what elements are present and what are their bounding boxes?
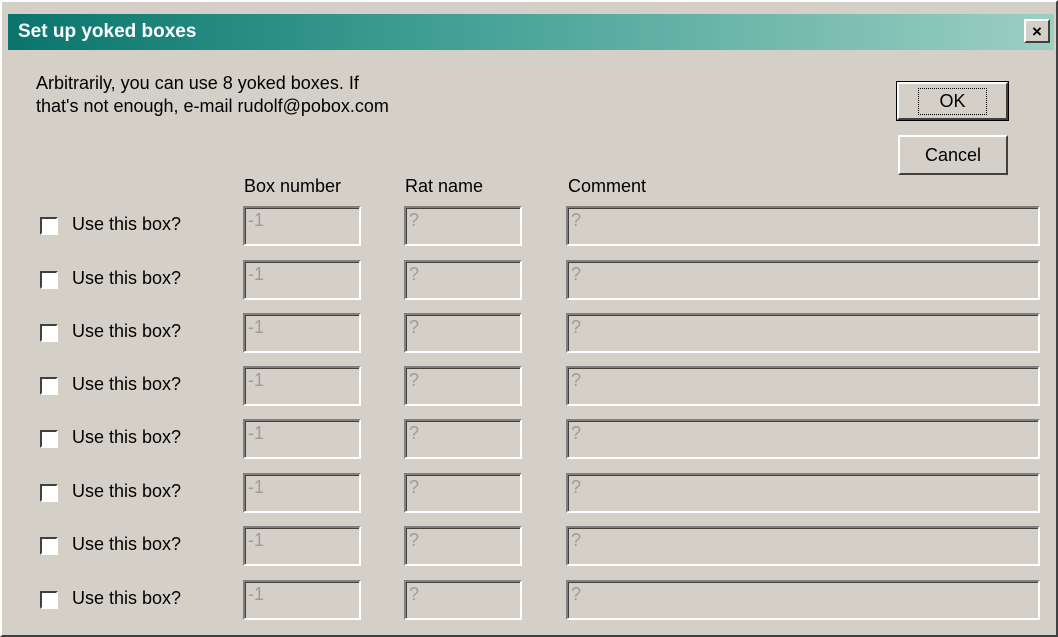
comment-field[interactable]: ? [566,260,1040,300]
use-box-label[interactable]: Use this box? [72,374,181,395]
window-title: Set up yoked boxes [18,21,197,42]
comment-field[interactable]: ? [566,366,1040,406]
box-row: Use this box? -1?? [40,366,1040,406]
comment-field[interactable]: ? [566,313,1040,353]
close-button[interactable]: × [1024,19,1050,43]
use-box-label[interactable]: Use this box? [72,534,181,555]
box-row: Use this box? -1?? [40,419,1040,459]
box-row: Use this box? -1?? [40,526,1040,566]
rat-name-field[interactable]: ? [404,580,522,620]
yoked-boxes-dialog: Set up yoked boxes × Arbitrarily, you ca… [0,0,1058,637]
box-row: Use this box? -1?? [40,473,1040,513]
use-box-label[interactable]: Use this box? [72,481,181,502]
comment-field[interactable]: ? [566,419,1040,459]
box-number-field[interactable]: -1 [243,260,361,300]
box-row: Use this box? -1?? [40,260,1040,300]
column-header-box-number: Box number [244,176,342,196]
box-number-field[interactable]: -1 [243,526,361,566]
column-header-rat-name: Rat name [405,176,484,196]
box-row: Use this box? -1?? [40,206,1040,246]
use-box-label[interactable]: Use this box? [72,321,181,342]
title-bar[interactable]: Set up yoked boxes × [8,14,1054,50]
cancel-button-label: Cancel [924,144,982,165]
rat-name-field[interactable]: ? [404,473,522,513]
box-number-field[interactable]: -1 [243,313,361,353]
use-box-checkbox[interactable] [40,537,58,555]
use-box-checkbox[interactable] [40,430,58,448]
box-number-field[interactable]: -1 [243,473,361,513]
comment-field[interactable]: ? [566,473,1040,513]
use-box-checkbox[interactable] [40,484,58,502]
comment-field[interactable]: ? [566,526,1040,566]
box-number-field[interactable]: -1 [243,580,361,620]
comment-field[interactable]: ? [566,580,1040,620]
use-box-checkbox[interactable] [40,377,58,395]
close-icon: × [1032,21,1042,41]
ok-button[interactable]: OK [896,81,1009,121]
rat-name-field[interactable]: ? [404,260,522,300]
use-box-label[interactable]: Use this box? [72,427,181,448]
use-box-checkbox[interactable] [40,591,58,609]
use-box-checkbox[interactable] [40,217,58,235]
box-number-field[interactable]: -1 [243,366,361,406]
ok-button-label: OK [918,87,987,115]
info-message: Arbitrarily, you can use 8 yoked boxes. … [36,72,389,117]
rat-name-field[interactable]: ? [404,419,522,459]
cancel-button[interactable]: Cancel [898,135,1008,175]
column-header-comment: Comment [568,176,647,196]
box-row: Use this box? -1?? [40,580,1040,620]
use-box-label[interactable]: Use this box? [72,214,181,235]
rat-name-field[interactable]: ? [404,313,522,353]
comment-field[interactable]: ? [566,206,1040,246]
use-box-checkbox[interactable] [40,271,58,289]
use-box-checkbox[interactable] [40,324,58,342]
box-row: Use this box? -1?? [40,313,1040,353]
rat-name-field[interactable]: ? [404,526,522,566]
box-number-field[interactable]: -1 [243,206,361,246]
box-number-field[interactable]: -1 [243,419,361,459]
rat-name-field[interactable]: ? [404,366,522,406]
info-message-line-1: Arbitrarily, you can use 8 yoked boxes. … [36,73,359,93]
use-box-label[interactable]: Use this box? [72,588,181,609]
rat-name-field[interactable]: ? [404,206,522,246]
info-message-line-2: that's not enough, e-mail rudolf@pobox.c… [36,95,389,116]
use-box-label[interactable]: Use this box? [72,268,181,289]
